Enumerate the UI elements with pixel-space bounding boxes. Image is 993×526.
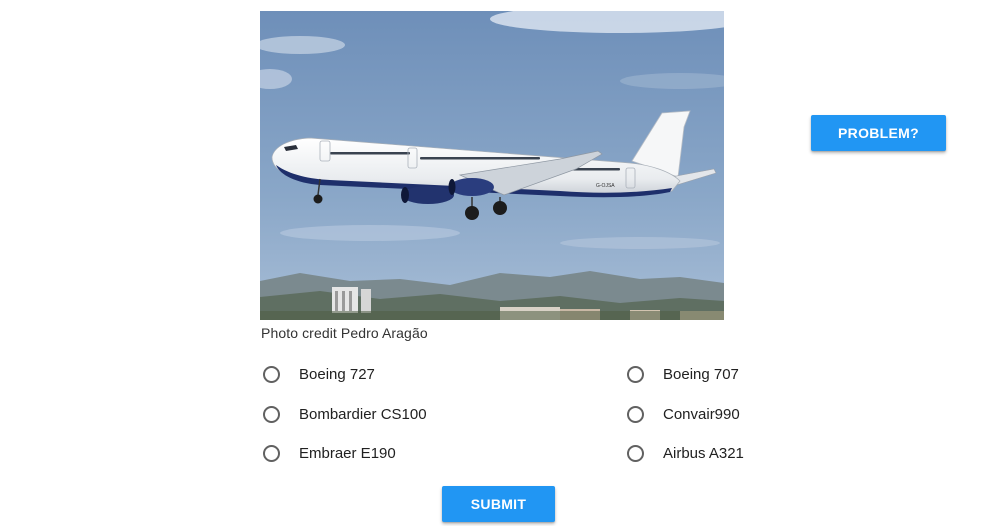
- radio-button[interactable]: [263, 444, 280, 462]
- radio-button[interactable]: [263, 405, 280, 423]
- option-boeing-707[interactable]: Boeing 707: [627, 362, 739, 386]
- radio-button[interactable]: [627, 365, 644, 383]
- option-label: Embraer E190: [299, 444, 396, 462]
- option-label: Bombardier CS100: [299, 405, 427, 423]
- radio-button[interactable]: [263, 365, 280, 383]
- radio-button[interactable]: [627, 444, 644, 462]
- option-bombardier-cs100[interactable]: Bombardier CS100: [263, 402, 427, 426]
- option-airbus-a321[interactable]: Airbus A321: [627, 441, 744, 465]
- option-label: Convair990: [663, 405, 740, 423]
- option-embraer-e190[interactable]: Embraer E190: [263, 441, 396, 465]
- quiz-page: G-OJSA Photo credit Pedro Aragão Boeing …: [0, 0, 993, 526]
- photo-credit: Photo credit Pedro Aragão: [261, 325, 428, 341]
- option-label: Boeing 707: [663, 365, 739, 383]
- aircraft-photo: G-OJSA: [260, 11, 724, 320]
- problem-button[interactable]: PROBLEM?: [811, 115, 946, 151]
- option-label: Boeing 727: [299, 365, 375, 383]
- svg-text:G-OJSA: G-OJSA: [596, 183, 615, 189]
- radio-button[interactable]: [627, 405, 644, 423]
- option-convair990[interactable]: Convair990: [627, 402, 740, 426]
- option-boeing-727[interactable]: Boeing 727: [263, 362, 375, 386]
- option-label: Airbus A321: [663, 444, 744, 462]
- submit-button[interactable]: SUBMIT: [442, 486, 555, 522]
